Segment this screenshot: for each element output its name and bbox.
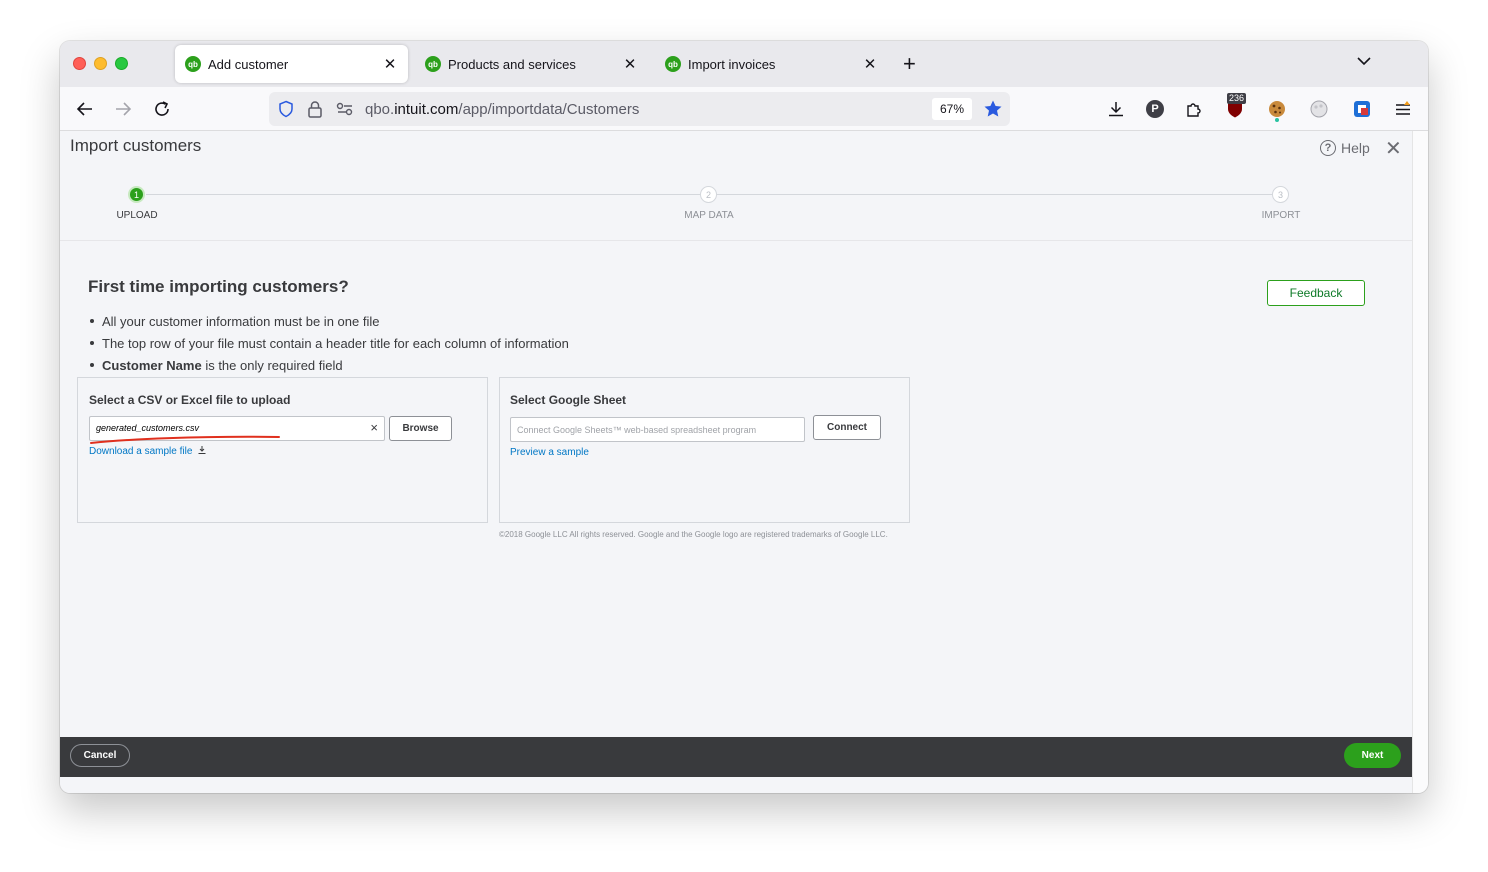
download-sample-label: Download a sample file: [89, 446, 193, 457]
page-header: Import customers ? Help ✕: [60, 131, 1412, 167]
step-1-indicator: 1: [128, 186, 145, 203]
browser-window: qb Add customer ✕ qb Products and servic…: [60, 41, 1428, 793]
requirements-list: All your customer information must be in…: [90, 310, 569, 376]
download-icon: [198, 446, 206, 454]
tab-label: Products and services: [448, 56, 576, 72]
red-underline-annotation: [90, 435, 280, 444]
url-path: /app/importdata/Customers: [458, 100, 640, 118]
back-arrow-icon[interactable]: [73, 97, 97, 121]
quickbooks-icon: qb: [665, 56, 681, 72]
zoom-level[interactable]: 67%: [932, 98, 972, 120]
status-dot: [1275, 118, 1279, 122]
minimize-window-button[interactable]: [94, 57, 107, 70]
url-text[interactable]: qbo.intuit.com/app/importdata/Customers: [365, 101, 639, 118]
forward-arrow-icon[interactable]: [111, 97, 135, 121]
connect-button[interactable]: Connect: [813, 415, 881, 440]
lock-icon[interactable]: [307, 100, 323, 123]
tab-close-icon[interactable]: ✕: [622, 55, 638, 73]
color-palette-icon[interactable]: [1308, 98, 1330, 120]
wizard-footer: Cancel Next: [60, 737, 1412, 777]
google-sheet-input[interactable]: Connect Google Sheets™ web-based spreads…: [510, 417, 805, 442]
new-tab-button[interactable]: +: [903, 51, 916, 77]
help-question-icon: ?: [1320, 140, 1336, 156]
quickbooks-icon: qb: [185, 56, 201, 72]
upload-panel-title: Select a CSV or Excel file to upload: [89, 393, 291, 407]
tab-close-icon[interactable]: ✕: [382, 55, 398, 73]
shield-icon[interactable]: [277, 100, 295, 123]
next-button[interactable]: Next: [1344, 743, 1401, 768]
intro-heading: First time importing customers?: [88, 277, 349, 296]
bullet-text: The top row of your file must contain a …: [102, 335, 569, 351]
import-page: Import customers ? Help ✕ 1 UPLOAD 2 MAP…: [60, 131, 1412, 793]
bullet-bold-text: Customer Name: [102, 357, 202, 373]
tab-add-customer[interactable]: qb Add customer ✕: [175, 45, 408, 83]
bullet-text: All your customer information must be in…: [102, 313, 380, 329]
cookie-icon[interactable]: [1266, 98, 1288, 120]
preview-sample-link[interactable]: Preview a sample: [510, 447, 589, 458]
url-domain: intuit.com: [394, 100, 459, 118]
google-sheet-panel: Select Google Sheet Connect Google Sheet…: [499, 377, 910, 523]
step-2-label: MAP DATA: [684, 210, 734, 221]
profile-initial: P: [1146, 100, 1164, 118]
navigation-bar: qbo.intuit.com/app/importdata/Customers …: [60, 87, 1428, 131]
tab-label: Add customer: [208, 56, 289, 72]
clear-file-icon[interactable]: ×: [370, 420, 378, 435]
help-label: Help: [1341, 140, 1370, 156]
list-item: Customer Name is the only required field: [90, 354, 569, 376]
tab-list-chevron-icon[interactable]: [1356, 53, 1372, 74]
url-prefix: qbo.: [365, 100, 395, 118]
cancel-button[interactable]: Cancel: [70, 744, 130, 767]
help-button[interactable]: ? Help: [1320, 140, 1370, 156]
tab-import-invoices[interactable]: qb Import invoices ✕: [655, 45, 888, 83]
file-upload-panel: Select a CSV or Excel file to upload gen…: [77, 377, 488, 523]
app-menu-icon[interactable]: [1392, 98, 1414, 120]
site-permissions-icon[interactable]: [336, 101, 354, 122]
extensions-puzzle-icon[interactable]: [1183, 98, 1205, 120]
list-item: All your customer information must be in…: [90, 310, 569, 332]
list-item: The top row of your file must contain a …: [90, 332, 569, 354]
step-1-label: UPLOAD: [116, 210, 158, 221]
extension-blue-icon[interactable]: [1351, 98, 1373, 120]
tab-products-and-services[interactable]: qb Products and services ✕: [415, 45, 648, 83]
import-stepper: 1 UPLOAD 2 MAP DATA 3 IMPORT: [60, 167, 1412, 241]
tab-label: Import invoices: [688, 56, 776, 72]
file-name-value: generated_customers.csv: [96, 423, 200, 433]
browse-button[interactable]: Browse: [389, 416, 452, 441]
extension-badge: 236: [1227, 93, 1247, 104]
close-import-button[interactable]: ✕: [1385, 136, 1402, 161]
bookmark-star-icon[interactable]: [983, 99, 1003, 124]
feedback-button[interactable]: Feedback: [1267, 280, 1365, 306]
tab-close-icon[interactable]: ✕: [862, 55, 878, 73]
reload-icon[interactable]: [150, 97, 174, 121]
download-sample-link[interactable]: Download a sample file: [89, 445, 207, 457]
downloads-icon[interactable]: [1105, 98, 1127, 120]
step-3-indicator: 3: [1272, 186, 1289, 203]
step-2-indicator: 2: [700, 186, 717, 203]
bullet-text: is the only required field: [201, 357, 343, 373]
address-bar[interactable]: qbo.intuit.com/app/importdata/Customers …: [269, 92, 1010, 126]
page-title: Import customers: [70, 136, 202, 155]
quickbooks-icon: qb: [425, 56, 441, 72]
step-3-label: IMPORT: [1261, 210, 1301, 221]
gsheet-panel-title: Select Google Sheet: [510, 393, 627, 407]
page-scrollbar[interactable]: [1412, 131, 1428, 793]
tab-strip: qb Add customer ✕ qb Products and servic…: [60, 41, 1428, 87]
maximize-window-button[interactable]: [115, 57, 128, 70]
profile-p-icon[interactable]: P: [1144, 98, 1166, 120]
google-copyright: ©2018 Google LLC All rights reserved. Go…: [499, 530, 888, 539]
close-window-button[interactable]: [73, 57, 86, 70]
